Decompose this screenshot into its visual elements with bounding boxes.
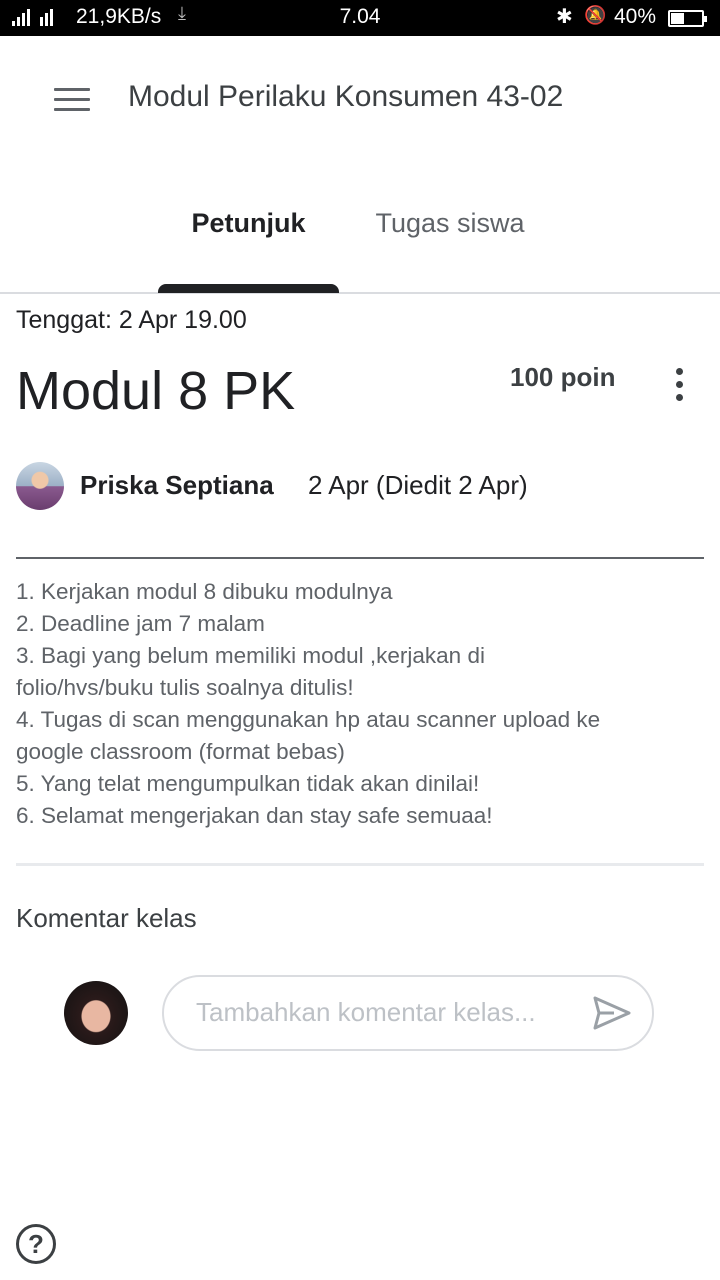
author-avatar xyxy=(16,462,64,510)
send-icon[interactable] xyxy=(592,995,632,1031)
tab-instructions[interactable]: Petunjuk xyxy=(158,208,339,239)
instruction-line: 5. Yang telat mengumpulkan tidak akan di… xyxy=(16,771,480,796)
points-label: 100 poin xyxy=(510,362,616,392)
tab-student-work[interactable]: Tugas siswa xyxy=(350,208,550,239)
tab-indicator xyxy=(158,284,339,293)
bluetooth-icon: ✱ xyxy=(556,6,573,28)
instruction-line: 1. Kerjakan modul 8 dibuku modulnya xyxy=(16,579,393,604)
class-title: Modul Perilaku Konsumen 43-02 xyxy=(128,80,564,113)
status-bar: 21,9KB/s ⤓ 7.04 ✱ 🔕 40% xyxy=(0,0,720,36)
battery-icon xyxy=(668,10,707,27)
instruction-line: 4. Tugas di scan menggunakan hp atau sca… xyxy=(16,707,601,732)
instruction-line: 2. Deadline jam 7 malam xyxy=(16,611,265,636)
menu-icon[interactable] xyxy=(54,88,90,114)
post-date: 2 Apr (Diedit 2 Apr) xyxy=(308,470,528,500)
comments-heading: Komentar kelas xyxy=(16,903,197,933)
comment-placeholder: Tambahkan komentar kelas... xyxy=(196,997,536,1027)
divider xyxy=(16,557,704,559)
assignment-title: Modul 8 PK xyxy=(16,361,296,421)
instruction-line: 6. Selamat mengerjakan dan stay safe sem… xyxy=(16,803,493,828)
app-bar: Modul Perilaku Konsumen 43-02 xyxy=(0,36,720,166)
status-time: 7.04 xyxy=(339,5,381,28)
instruction-line: 3. Bagi yang belum memiliki modul ,kerja… xyxy=(16,643,485,668)
comment-input[interactable]: Tambahkan komentar kelas... xyxy=(162,975,654,1051)
battery-percent: 40% xyxy=(614,5,657,28)
instructions-text: 1. Kerjakan modul 8 dibuku modulnya 2. D… xyxy=(16,576,706,832)
help-icon[interactable]: ? xyxy=(16,1224,56,1264)
instruction-line: google classroom (format bebas) xyxy=(16,739,345,764)
user-avatar xyxy=(64,981,128,1045)
tab-bar: Petunjuk Tugas siswa xyxy=(0,166,720,294)
divider xyxy=(16,863,704,866)
due-date: Tenggat: 2 Apr 19.00 xyxy=(16,306,247,334)
instruction-line: folio/hvs/buku tulis soalnya ditulis! xyxy=(16,675,354,700)
author-name: Priska Septiana xyxy=(80,470,274,500)
bell-muted-icon: 🔕 xyxy=(584,5,607,25)
more-vert-icon[interactable] xyxy=(664,366,696,406)
